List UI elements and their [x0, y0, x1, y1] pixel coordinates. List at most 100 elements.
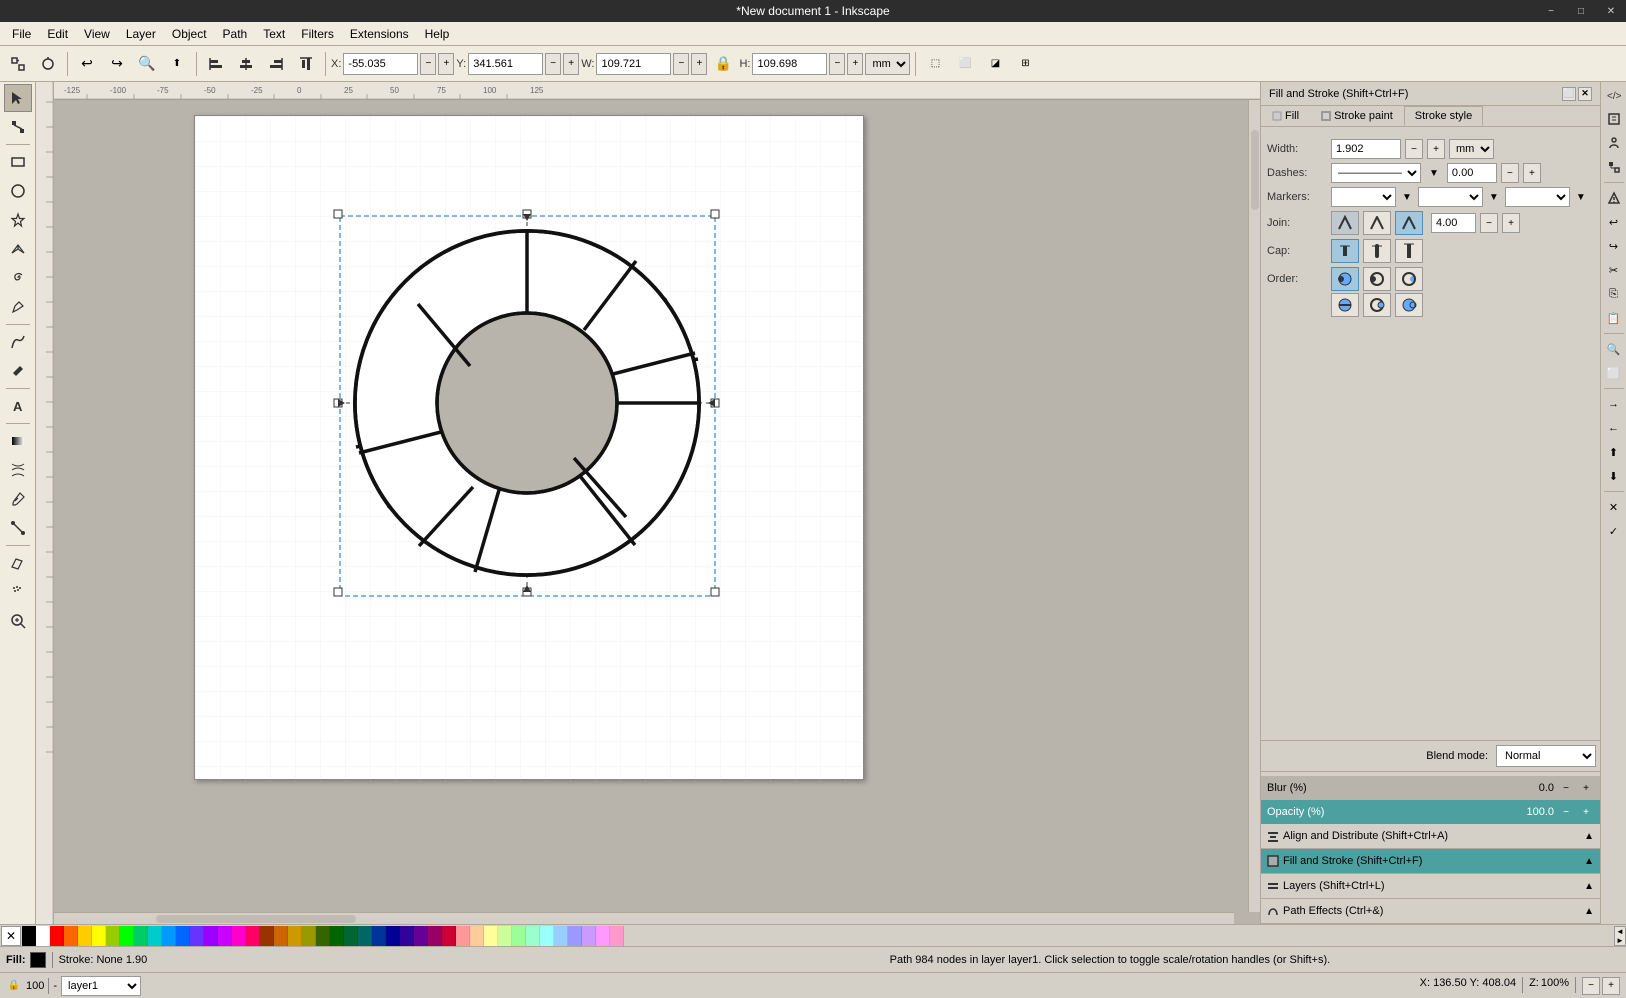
palette-color-swatch[interactable] — [470, 926, 484, 946]
text-tool[interactable]: A — [4, 392, 32, 420]
palette-color-swatch[interactable] — [330, 926, 344, 946]
palette-color-swatch[interactable] — [176, 926, 190, 946]
vscroll-thumb[interactable] — [1251, 130, 1259, 210]
palette-color-swatch[interactable] — [526, 926, 540, 946]
dashes-select[interactable]: —————— - - - - - · · · · · — [1331, 163, 1421, 183]
palette-color-swatch[interactable] — [554, 926, 568, 946]
x-minus-btn[interactable]: − — [420, 53, 436, 75]
palette-color-swatch[interactable] — [400, 926, 414, 946]
join-round-btn[interactable] — [1363, 211, 1391, 235]
unit-select[interactable]: mmpxincm — [865, 53, 910, 75]
blend-mode-select[interactable]: Normal Multiply Screen Overlay — [1496, 745, 1596, 767]
order-btn-3[interactable] — [1395, 267, 1423, 291]
order-btn-6[interactable] — [1395, 293, 1423, 317]
palette-color-swatch[interactable] — [106, 926, 120, 946]
menu-layer[interactable]: Layer — [118, 25, 164, 43]
right-icon-13[interactable]: → — [1603, 393, 1625, 415]
right-icon-5[interactable] — [1603, 187, 1625, 209]
undo-btn[interactable]: ↩ — [73, 50, 101, 78]
path-effects-header[interactable]: Path Effects (Ctrl+&) ▲ — [1261, 899, 1600, 923]
w-input[interactable] — [596, 53, 671, 75]
zoom-in-btn[interactable]: 🔍 — [133, 50, 161, 78]
y-input[interactable] — [468, 53, 543, 75]
vscrollbar[interactable] — [1248, 100, 1260, 912]
palette-color-swatch[interactable] — [92, 926, 106, 946]
menu-extensions[interactable]: Extensions — [342, 25, 417, 43]
circle-tool[interactable] — [4, 177, 32, 205]
fill-color-swatch[interactable] — [30, 952, 46, 968]
right-icon-2[interactable] — [1603, 108, 1625, 130]
snap-node-btn[interactable]: ⬚ — [921, 50, 949, 78]
right-icon-15[interactable]: ⬆ — [1603, 441, 1625, 463]
palette-color-swatch[interactable] — [344, 926, 358, 946]
align-top-btn[interactable] — [292, 50, 320, 78]
calligraphy-tool[interactable] — [4, 328, 32, 356]
cap-butt-btn[interactable] — [1331, 239, 1359, 263]
join-plus-btn[interactable]: + — [1502, 213, 1520, 233]
order-btn-4[interactable] — [1331, 293, 1359, 317]
markers-end-select[interactable] — [1505, 187, 1570, 207]
width-minus-btn[interactable]: − — [1405, 139, 1423, 159]
spiral-tool[interactable] — [4, 264, 32, 292]
palette-color-swatch[interactable] — [162, 926, 176, 946]
palette-color-swatch[interactable] — [372, 926, 386, 946]
dashes-plus-btn[interactable]: + — [1523, 163, 1541, 183]
palette-color-swatch[interactable] — [22, 926, 36, 946]
palette-color-swatch[interactable] — [386, 926, 400, 946]
hscrollbar[interactable] — [54, 912, 1234, 924]
width-plus-btn[interactable]: + — [1427, 139, 1445, 159]
dashes-offset-input[interactable] — [1447, 163, 1497, 183]
zoom-tool[interactable] — [4, 607, 32, 635]
menu-object[interactable]: Object — [164, 25, 215, 43]
blur-minus-btn[interactable]: − — [1558, 780, 1574, 796]
palette-color-swatch[interactable] — [358, 926, 372, 946]
w-plus-btn[interactable]: + — [691, 53, 707, 75]
drawing-area[interactable] — [54, 100, 1260, 924]
right-icon-7[interactable]: ↪ — [1603, 235, 1625, 257]
menu-view[interactable]: View — [76, 25, 118, 43]
right-icon-1[interactable]: </> — [1603, 84, 1625, 106]
star-tool[interactable] — [4, 206, 32, 234]
palette-color-swatch[interactable] — [582, 926, 596, 946]
x-input[interactable] — [343, 53, 418, 75]
right-icon-11[interactable]: 🔍 — [1603, 338, 1625, 360]
dashes-minus-btn[interactable]: − — [1501, 163, 1519, 183]
right-icon-18[interactable]: ✓ — [1603, 520, 1625, 542]
palette-color-swatch[interactable] — [246, 926, 260, 946]
align-center-btn[interactable] — [232, 50, 260, 78]
stroke-paint-tab[interactable]: Stroke paint — [1310, 106, 1404, 126]
align-left-btn[interactable] — [202, 50, 230, 78]
panel-close-btn[interactable]: ✕ — [1578, 87, 1592, 101]
right-icon-17[interactable]: ✕ — [1603, 496, 1625, 518]
layers-header[interactable]: Layers (Shift+Ctrl+L) ▲ — [1261, 874, 1600, 898]
cap-square-btn[interactable] — [1395, 239, 1423, 263]
order-btn-2[interactable] — [1363, 267, 1391, 291]
close-button[interactable]: ✕ — [1596, 0, 1626, 22]
redo-btn[interactable]: ↪ — [103, 50, 131, 78]
right-icon-10[interactable]: 📋 — [1603, 307, 1625, 329]
palette-color-swatch[interactable] — [302, 926, 316, 946]
palette-color-swatch[interactable] — [596, 926, 610, 946]
snap-edge-btn[interactable]: ◪ — [981, 50, 1009, 78]
palette-color-swatch[interactable] — [78, 926, 92, 946]
palette-color-swatch[interactable] — [414, 926, 428, 946]
palette-color-swatch[interactable] — [148, 926, 162, 946]
gradient-tool[interactable] — [4, 427, 32, 455]
right-icon-16[interactable]: ⬇ — [1603, 465, 1625, 487]
connector-tool[interactable] — [4, 514, 32, 542]
minimize-button[interactable]: − — [1536, 0, 1566, 22]
palette-color-swatch[interactable] — [64, 926, 78, 946]
width-unit-select[interactable]: mmpx — [1449, 139, 1494, 159]
rect-tool[interactable] — [4, 148, 32, 176]
right-icon-14[interactable]: ← — [1603, 417, 1625, 439]
opacity-bar[interactable]: Opacity (%) 100.0 − + — [1261, 800, 1600, 824]
palette-color-swatch[interactable] — [512, 926, 526, 946]
h-minus-btn[interactable]: − — [829, 53, 845, 75]
menu-edit[interactable]: Edit — [39, 25, 76, 43]
3d-box-tool[interactable] — [4, 235, 32, 263]
palette-color-swatch[interactable] — [190, 926, 204, 946]
snap-btn-1[interactable] — [4, 50, 32, 78]
palette-color-swatch[interactable] — [36, 926, 50, 946]
snap-grid-btn[interactable]: ⊞ — [1011, 50, 1039, 78]
palette-color-swatch[interactable] — [498, 926, 512, 946]
